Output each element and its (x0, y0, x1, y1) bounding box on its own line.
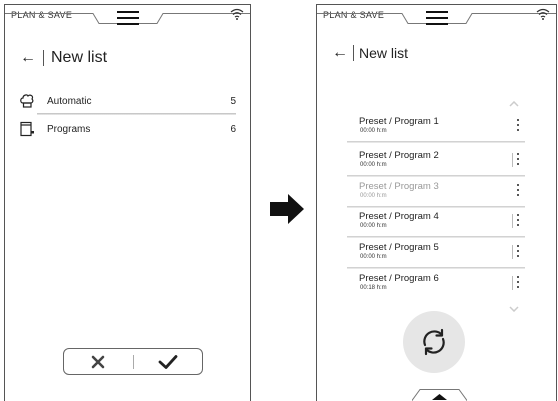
drag-handle (512, 214, 513, 228)
program-time: 00:00 h:m (360, 162, 387, 168)
title-row: ← New list (332, 45, 408, 61)
bottom-drawer-tab[interactable] (412, 385, 467, 401)
page-title: New list (359, 45, 409, 61)
status-bar: PLAN & SAVE (317, 5, 556, 25)
more-options-icon[interactable] (515, 153, 521, 169)
chevron-up-icon (432, 394, 447, 400)
chef-hat-icon (19, 93, 35, 109)
oven-icon (19, 121, 35, 137)
back-arrow-icon[interactable]: ← (20, 50, 36, 66)
program-time: 00:00 h:m (360, 223, 387, 229)
mode-label: Programs (47, 123, 91, 135)
scroll-down-icon[interactable] (509, 306, 519, 312)
right-arrow-icon (270, 194, 304, 224)
title-divider (353, 45, 354, 61)
hamburger-menu-icon[interactable] (116, 11, 139, 29)
status-bar: PLAN & SAVE (5, 5, 250, 25)
brand-label: PLAN & SAVE (323, 10, 385, 20)
wifi-icon (536, 8, 550, 20)
drag-handle (512, 276, 513, 290)
mode-item-programs[interactable]: Programs 6 (19, 116, 236, 142)
more-options-icon[interactable] (515, 276, 521, 292)
more-options-icon[interactable] (515, 214, 521, 230)
title-row: ← New list (20, 49, 107, 67)
left-screen: PLAN & SAVE ← New list Automatic 5 Progr… (4, 4, 251, 401)
hamburger-menu-icon[interactable] (425, 11, 448, 29)
more-options-icon[interactable] (515, 119, 521, 135)
checkmark-icon (158, 354, 178, 369)
program-name: Preset / Program 6 (359, 273, 439, 284)
drag-handle (512, 245, 513, 259)
program-row-2[interactable]: Preset / Program 2 00:00 h:m (347, 146, 525, 177)
mode-label: Automatic (47, 95, 92, 107)
program-row-6[interactable]: Preset / Program 6 00:18 h:m (347, 269, 525, 298)
divider (37, 113, 236, 115)
more-options-icon[interactable] (515, 245, 521, 261)
mode-count: 6 (230, 123, 236, 135)
program-name: Preset / Program 3 (359, 181, 439, 192)
scroll-up-icon[interactable] (509, 101, 519, 107)
confirm-bar (63, 348, 203, 375)
program-time: 00:00 h:m (360, 128, 387, 134)
program-row-3[interactable]: Preset / Program 3 00:00 h:m (347, 177, 525, 208)
program-row-5[interactable]: Preset / Program 5 00:00 h:m (347, 238, 525, 269)
right-screen: PLAN & SAVE ← New list Preset / Program … (316, 4, 557, 401)
drag-handle (512, 153, 513, 167)
program-name: Preset / Program 1 (359, 116, 439, 127)
title-divider (43, 50, 44, 66)
cancel-button[interactable] (64, 349, 133, 374)
refresh-button[interactable] (403, 311, 465, 373)
refresh-icon (423, 328, 445, 356)
program-time: 00:18 h:m (360, 285, 387, 291)
program-name: Preset / Program 5 (359, 242, 439, 253)
close-icon (91, 355, 105, 368)
program-time: 00:00 h:m (360, 254, 387, 260)
mode-item-automatic[interactable]: Automatic 5 (19, 88, 236, 114)
confirm-button[interactable] (134, 349, 203, 374)
brand-label: PLAN & SAVE (11, 10, 73, 20)
program-row-4[interactable]: Preset / Program 4 00:00 h:m (347, 207, 525, 238)
program-name: Preset / Program 2 (359, 150, 439, 161)
program-time: 00:00 h:m (360, 193, 387, 199)
program-row-1[interactable]: Preset / Program 1 00:00 h:m (347, 112, 525, 143)
program-name: Preset / Program 4 (359, 211, 439, 222)
back-arrow-icon[interactable]: ← (332, 45, 348, 61)
wifi-icon (230, 8, 244, 20)
divider (347, 141, 525, 143)
page-title: New list (51, 49, 108, 66)
more-options-icon[interactable] (515, 184, 521, 200)
mode-count: 5 (230, 95, 236, 107)
